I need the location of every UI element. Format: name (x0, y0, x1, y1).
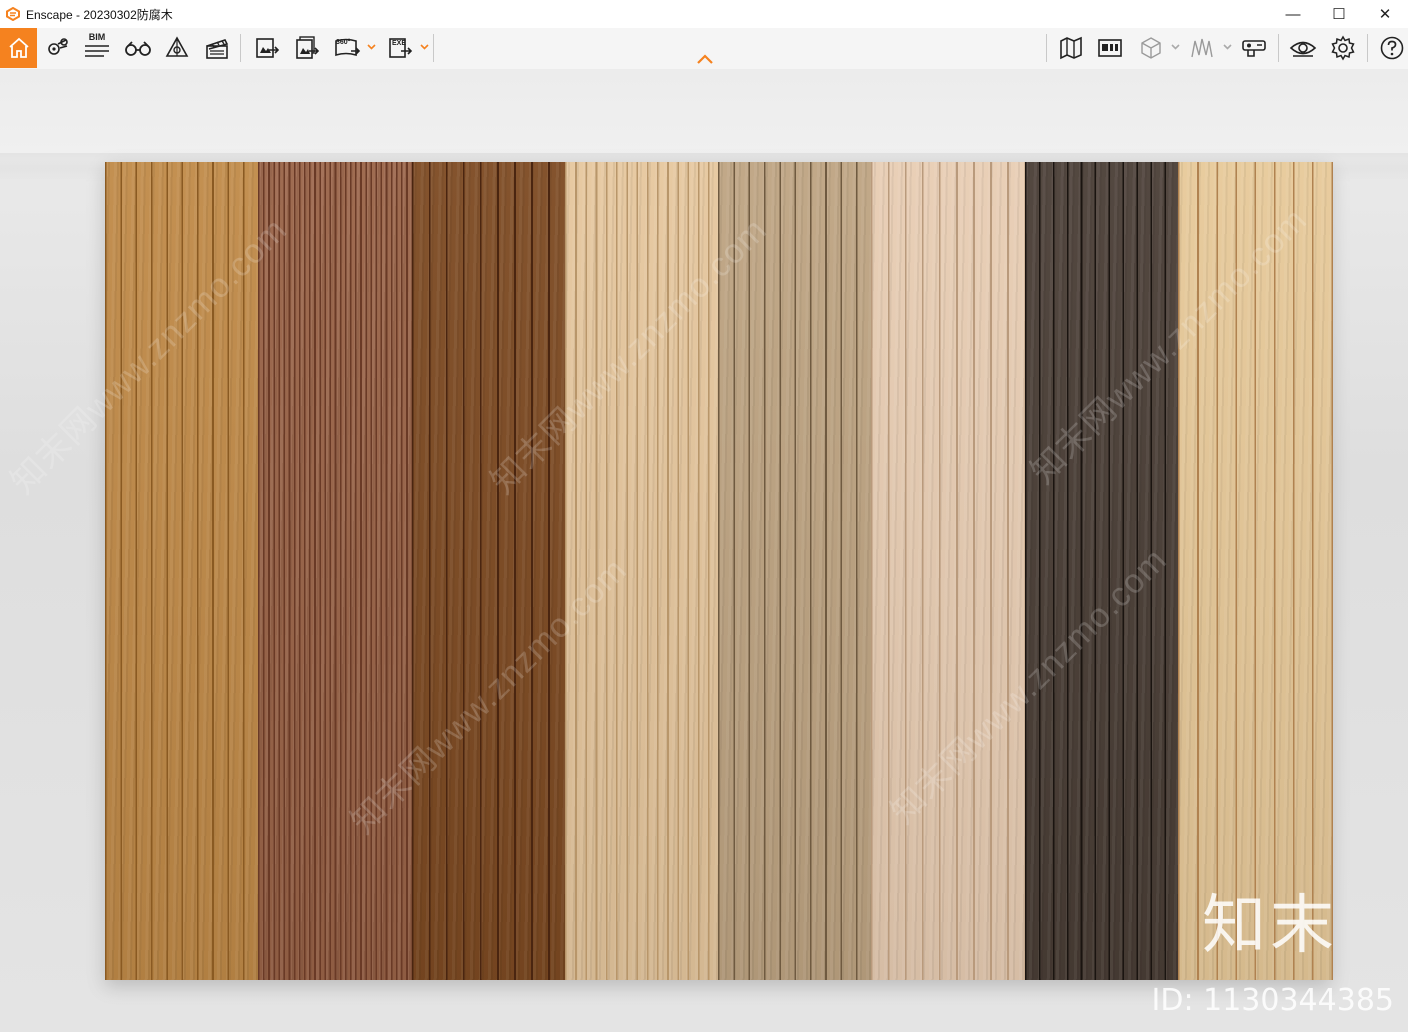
map-icon (1060, 36, 1082, 60)
help-button[interactable] (1377, 28, 1407, 68)
batch-render-icon (296, 36, 320, 59)
material-editor-button[interactable] (1136, 28, 1166, 68)
panorama-dropdown-chevron-icon[interactable] (367, 42, 376, 51)
toolbar-separator (433, 34, 434, 62)
toolbar-separator (1278, 34, 1279, 62)
sketch-mode-button[interactable] (1187, 28, 1217, 68)
toolbar-separator (1046, 34, 1047, 62)
bim-list-icon (85, 44, 109, 57)
eye-icon (1289, 41, 1317, 57)
asset-library-button[interactable] (1095, 28, 1125, 68)
vr-headset-button[interactable] (122, 28, 154, 68)
panorama-button[interactable]: 360° (332, 28, 362, 68)
cube-icon (1141, 37, 1161, 59)
gear-icon (1331, 35, 1355, 61)
wood-panel-sample (871, 162, 1027, 980)
screenshot-button[interactable] (252, 28, 282, 68)
camera-capture-icon (1242, 40, 1266, 57)
minimize-button[interactable]: — (1270, 0, 1316, 28)
title-bar: Enscape - 20230302防腐木 — ☐ ✕ (0, 0, 1408, 28)
map-button[interactable] (1056, 28, 1086, 68)
visual-settings-button[interactable] (1288, 28, 1318, 68)
help-icon (1380, 36, 1404, 60)
render-image-icon (256, 38, 280, 58)
wood-panel-sample (411, 162, 567, 980)
atmosphere-button[interactable] (162, 28, 192, 68)
wood-panel-sample (258, 162, 414, 980)
image-id-label: ID: 1130344385 (1151, 983, 1394, 1018)
render-viewport[interactable]: 知末网www.znzmo.com 知末网www.znzmo.com 知末网www… (0, 69, 1408, 1032)
binoculars-icon (125, 41, 151, 56)
export-dropdown-chevron-icon[interactable] (420, 42, 429, 51)
sketch-icon (1191, 38, 1213, 58)
bim-label: BIM (88, 31, 106, 42)
export-icon (389, 38, 413, 58)
atmosphere-icon (165, 36, 189, 57)
views-button[interactable] (42, 28, 72, 68)
enscape-logo-icon (6, 7, 20, 21)
capture-button[interactable] (1239, 28, 1269, 68)
brand-watermark: 知末 (1202, 889, 1338, 963)
asset-library-icon (1098, 39, 1122, 57)
wood-panel-sample (718, 162, 873, 980)
home-button[interactable] (0, 28, 37, 68)
panorama-label: 360° (336, 39, 351, 46)
toolbar-separator (240, 34, 241, 62)
general-settings-button[interactable] (1328, 28, 1358, 68)
clapperboard-icon (206, 39, 229, 59)
maximize-button[interactable]: ☐ (1316, 0, 1362, 28)
sketch-dropdown-chevron-icon[interactable] (1223, 42, 1232, 51)
video-editor-button[interactable] (202, 28, 232, 68)
home-icon (8, 37, 29, 58)
material-dropdown-chevron-icon[interactable] (1171, 42, 1180, 51)
collapse-toolbar-chevron-icon[interactable] (694, 52, 716, 66)
bim-button[interactable]: BIM (82, 28, 112, 68)
export-exe-button[interactable]: EXE (385, 28, 415, 68)
exe-label: EXE (392, 40, 407, 47)
location-pin-icon (48, 38, 68, 55)
close-button[interactable]: ✕ (1362, 0, 1408, 28)
batch-render-button[interactable] (292, 28, 322, 68)
toolbar-separator (1367, 34, 1368, 62)
window-title: Enscape - 20230302防腐木 (26, 7, 173, 22)
